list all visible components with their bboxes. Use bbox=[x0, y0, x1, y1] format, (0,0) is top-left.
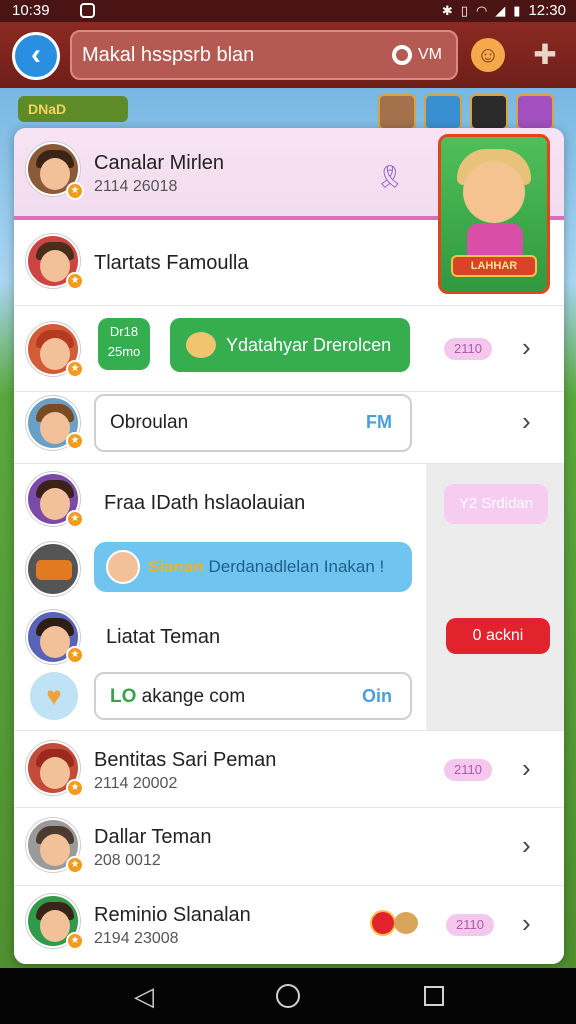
star-badge-icon: ★ bbox=[66, 272, 84, 290]
level-pill: 2110 bbox=[446, 914, 494, 936]
friend-name: Fraa IDath hslaolauian bbox=[104, 492, 306, 514]
game-banner: DNaD bbox=[18, 96, 128, 122]
message-input[interactable]: Obroulan FM bbox=[94, 394, 412, 452]
game-tile-card bbox=[516, 94, 554, 130]
battery-icon: ▮ bbox=[513, 2, 521, 18]
level-pill: 2110 bbox=[444, 759, 492, 781]
notification-pill[interactable]: 0 ackni bbox=[446, 618, 550, 654]
status-icons: ✱ ▯ ◠ ◢ ▮ 12:30 bbox=[442, 2, 566, 19]
friend-name: Bentitas Sari Peman bbox=[94, 749, 277, 771]
game-tile-character bbox=[470, 94, 508, 130]
game-tile-avatar bbox=[378, 94, 416, 130]
friend-name: Tlartats Famoulla bbox=[94, 252, 249, 274]
level-pill: Y2 Srdidan bbox=[444, 484, 548, 524]
chat-chip-label: Derdanadlelan Inakan ! bbox=[208, 557, 385, 576]
gift-icon[interactable] bbox=[370, 910, 396, 936]
heart-icon: ♥ bbox=[30, 672, 78, 720]
featured-character-card[interactable]: LAHHAR bbox=[438, 134, 550, 294]
pet-icon bbox=[394, 912, 418, 934]
emoji-icon[interactable]: ☺ bbox=[471, 38, 505, 72]
friend-name: Reminio Slanalan bbox=[94, 904, 251, 926]
list-item[interactable]: ★ Reminio Slanalan 2194 23008 2110 › bbox=[14, 886, 564, 964]
friends-panel: ★ Canalar Mirlen 2114 26018 🎗 ★ Tlartats… bbox=[14, 128, 564, 964]
link-prefix: LO bbox=[110, 686, 137, 707]
star-badge-icon: ★ bbox=[66, 360, 84, 378]
search-text: Makal hsspsrb blan bbox=[82, 44, 255, 66]
add-friend-icon[interactable]: ✚ bbox=[528, 36, 562, 74]
list-item[interactable]: ★ Dallar Teman 208 0012 › bbox=[14, 808, 564, 886]
input-tag[interactable]: Oin bbox=[362, 686, 392, 707]
search-tag-label: VM bbox=[418, 46, 442, 63]
back-arrow-icon[interactable]: ‹ bbox=[12, 32, 60, 80]
recents-square-icon[interactable] bbox=[424, 986, 444, 1006]
friend-sub: 2114 26018 bbox=[94, 178, 178, 195]
search-input[interactable]: Makal hsspsrb blan VM bbox=[70, 30, 458, 80]
star-badge-icon: ★ bbox=[66, 510, 84, 528]
message-input-text: Obroulan bbox=[110, 412, 189, 433]
vibrate-icon: ▯ bbox=[460, 2, 468, 18]
wifi-icon: ◠ bbox=[475, 2, 488, 18]
bluetooth-icon: ✱ bbox=[441, 2, 453, 18]
character-plate: LAHHAR bbox=[451, 255, 537, 277]
ribbon-icon[interactable]: 🎗 bbox=[376, 164, 404, 190]
star-badge-icon: ★ bbox=[66, 779, 84, 797]
pet-icon bbox=[186, 332, 216, 358]
chevron-right-icon[interactable]: › bbox=[522, 753, 531, 784]
status-right-time: 12:30 bbox=[528, 2, 566, 19]
chevron-right-icon[interactable]: › bbox=[522, 406, 531, 437]
friend-name: Liatat Teman bbox=[106, 626, 221, 648]
notification-app-icon bbox=[80, 3, 95, 18]
list-item[interactable]: ★ Bentitas Sari Peman 2114 20002 2110 › bbox=[14, 730, 564, 808]
friend-sub: 2114 20002 bbox=[94, 775, 178, 792]
signal-icon: ◢ bbox=[495, 2, 506, 18]
star-badge-icon: ★ bbox=[66, 646, 84, 664]
chevron-right-icon[interactable]: › bbox=[522, 332, 531, 363]
chat-chip-label: Ydatahyar Drerolcen bbox=[226, 335, 392, 355]
chat-bubble: Dr18 25mo bbox=[98, 318, 150, 370]
chevron-right-icon[interactable]: › bbox=[522, 830, 531, 861]
home-circle-icon[interactable] bbox=[276, 984, 300, 1008]
list-item[interactable]: ★ Obroulan FM › bbox=[14, 392, 564, 464]
link-input-text: akange com bbox=[141, 686, 246, 707]
input-tag[interactable]: FM bbox=[366, 412, 392, 433]
star-badge-icon: ★ bbox=[66, 856, 84, 874]
chip-highlight: Sianan bbox=[148, 557, 204, 576]
chevron-right-icon[interactable]: › bbox=[522, 908, 531, 939]
star-badge-icon: ★ bbox=[66, 932, 84, 950]
friend-sub: 2194 23008 bbox=[94, 930, 179, 947]
friend-name: Canalar Mirlen bbox=[94, 152, 225, 174]
star-badge-icon: ★ bbox=[66, 182, 84, 200]
back-triangle-icon[interactable]: ◁ bbox=[130, 982, 158, 1010]
chat-chip[interactable]: Ydatahyar Drerolcen bbox=[170, 318, 410, 372]
game-tile-shield bbox=[424, 94, 462, 130]
friend-sub: 208 0012 bbox=[94, 852, 161, 869]
friend-name: Dallar Teman bbox=[94, 826, 212, 848]
search-tag[interactable]: VM bbox=[392, 32, 442, 78]
chat-chip[interactable]: Sianan Derdanadlelan Inakan ! bbox=[94, 542, 412, 592]
link-input[interactable]: LO akange com Oin bbox=[94, 672, 412, 720]
record-icon bbox=[392, 45, 412, 65]
system-nav-bar: ◁ bbox=[0, 968, 576, 1024]
character-head bbox=[463, 161, 525, 223]
app-bar: ‹ Makal hsspsrb blan VM ☺ ✚ bbox=[0, 22, 576, 88]
star-badge-icon: ★ bbox=[66, 432, 84, 450]
status-bar: 10:39 ✱ ▯ ◠ ◢ ▮ 12:30 bbox=[0, 0, 576, 22]
status-time: 10:39 bbox=[12, 2, 50, 19]
level-pill: 2110 bbox=[444, 338, 492, 360]
chip-avatar bbox=[106, 550, 140, 584]
chest-avatar bbox=[26, 542, 80, 596]
